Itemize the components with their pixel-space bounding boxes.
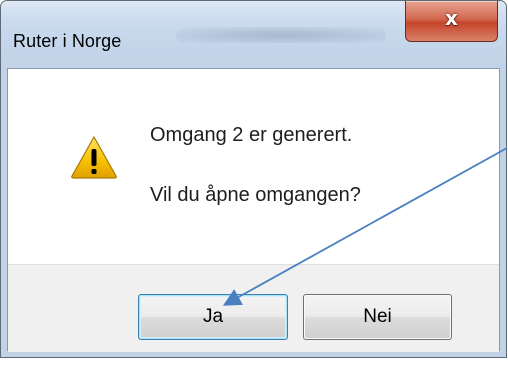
close-button[interactable]: x	[405, 1, 498, 42]
button-area: Ja Nei	[8, 264, 499, 352]
message-text-line1: Omgang 2 er generert.	[150, 124, 353, 146]
close-icon: x	[445, 6, 458, 30]
title-bar-glass	[176, 27, 386, 43]
no-button[interactable]: Nei	[303, 294, 452, 340]
warning-icon	[71, 135, 117, 179]
dialog-body: Omgang 2 er generert. Vil du åpne omgang…	[7, 68, 500, 352]
dialog-title: Ruter i Norge	[13, 31, 122, 51]
message-dialog: Ruter i Norge x Omgang 2 er generert. Vi…	[0, 0, 507, 358]
message-text-line2: Vil du åpne omgangen?	[150, 184, 361, 206]
yes-button[interactable]: Ja	[138, 294, 288, 340]
message-area: Omgang 2 er generert. Vil du åpne omgang…	[8, 69, 499, 264]
screenshot: Ruter i Norge x Omgang 2 er generert. Vi…	[0, 0, 508, 371]
